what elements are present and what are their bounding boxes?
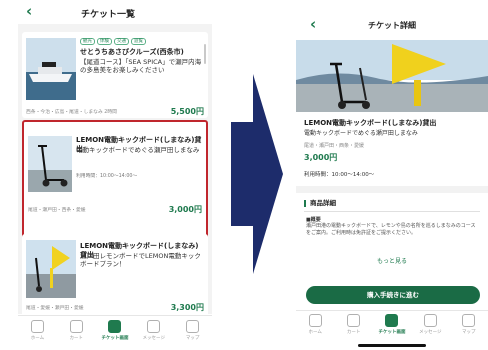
kickboard-yellow-art-image <box>26 240 76 298</box>
ticket-subtitle: 電動キックボードでめぐる瀬戸田しまなみ <box>304 130 418 137</box>
tab-label: メッセージ <box>419 330 442 335</box>
tab-cart[interactable]: カート <box>339 314 369 342</box>
detail-header: ‹ チケット詳細 <box>296 0 488 40</box>
tab-label: チケット画面 <box>378 330 406 335</box>
page-title: チケット一覧 <box>80 10 135 20</box>
ticket-meta: 西条・今治・広島・尾道・しまなみ 2時間 <box>26 110 117 115</box>
tab-label: マップ <box>462 330 476 335</box>
tab-label: カート <box>346 330 361 335</box>
ticket-description: 【尾道コース】「SEA SPICA」で瀬戸内海の多島美をお楽しみください <box>80 58 202 74</box>
tab-label: マップ <box>185 336 200 341</box>
scrollbar-thumb[interactable] <box>204 44 206 64</box>
tab-map[interactable]: マップ <box>176 320 210 350</box>
cruise-ship-image <box>26 38 76 100</box>
tab-label: ホーム <box>308 330 322 335</box>
tab-home[interactable]: ホーム <box>300 314 330 342</box>
map-icon <box>186 320 200 333</box>
tag: 遊覧 <box>131 38 146 45</box>
ticket-price: 3,000円 <box>168 205 202 214</box>
tab-tickets[interactable]: チケット画面 <box>377 314 407 342</box>
ticket-description: 電動キックボードでめぐる瀬戸田しまなみ <box>76 146 200 154</box>
home-icon <box>308 314 322 327</box>
comparison-figure: ‹ チケット一覧 観光 体験 交通 遊覧 せとうちあさびクルーズ(西条市) 【尾… <box>0 0 488 350</box>
section-title: 商品詳細 <box>304 200 336 207</box>
ticket-description: 瀬戸田レモンボードでLEMON電動キックボードプラン！ <box>80 252 201 268</box>
tab-label: メッセージ <box>142 336 165 341</box>
tab-label: ホーム <box>30 336 45 341</box>
show-more-link[interactable]: もっと見る <box>296 256 488 265</box>
ticket-card-kickboard-plan[interactable]: LEMON電動キックボード(しまなみ)貸出 瀬戸田レモンボードでLEMON電動キ… <box>22 234 208 314</box>
hero-image <box>296 40 488 112</box>
bottom-tab-bar: ホーム カート チケット画面 メッセージ マップ <box>296 310 488 342</box>
ticket-title: せとうちあさびクルーズ(西条市) <box>80 48 184 56</box>
ticket-icon <box>385 314 399 327</box>
ticket-hours: 利用時間：10:00〜14:00〜 <box>304 172 375 178</box>
tag: 観光 <box>80 38 95 45</box>
ticket-icon <box>108 320 122 333</box>
tag: 交通 <box>114 38 129 45</box>
ticket-list[interactable]: 観光 体験 交通 遊覧 せとうちあさびクルーズ(西条市) 【尾道コース】「SEA… <box>18 24 212 314</box>
tab-messages[interactable]: メッセージ <box>137 320 171 350</box>
product-description: 瀬戸田港の電動キックボードで、レモンや島の名所を巡るしまなみのコースをご案内。ご… <box>306 223 476 236</box>
purchase-button[interactable]: 購入手続きに進む <box>306 286 480 304</box>
tab-home[interactable]: ホーム <box>20 320 54 350</box>
tab-messages[interactable]: メッセージ <box>415 314 445 342</box>
section-divider <box>296 186 488 193</box>
bottom-tab-bar: ホーム カート チケット画面 メッセージ マップ <box>18 315 212 350</box>
ticket-detail-screen: ‹ チケット詳細 LEMON電動キックボード(しまなみ)貸出 電動キックボードで… <box>296 0 488 350</box>
kickboard-image <box>28 136 72 192</box>
ticket-price: 3,300円 <box>170 303 204 312</box>
tab-label: チケット画面 <box>101 336 129 341</box>
cart-icon <box>347 314 361 327</box>
page-title: チケット詳細 <box>368 21 416 30</box>
message-icon <box>147 320 161 333</box>
map-icon <box>462 314 476 327</box>
ticket-meta: 尾道・瀬戸田・西条・愛媛 <box>28 208 86 213</box>
tab-cart[interactable]: カート <box>59 320 93 350</box>
ticket-card-cruise[interactable]: 観光 体験 交通 遊覧 せとうちあさびクルーズ(西条市) 【尾道コース】「SEA… <box>22 32 208 118</box>
ticket-list-screen: ‹ チケット一覧 観光 体験 交通 遊覧 せとうちあさびクルーズ(西条市) 【尾… <box>0 0 216 350</box>
overview-label: ■概要 <box>306 217 321 223</box>
tab-map[interactable]: マップ <box>454 314 484 342</box>
ticket-meta: 尾道・瀬戸田・西条・愛媛 <box>304 143 365 149</box>
list-header: ‹ チケット一覧 <box>0 0 216 24</box>
ticket-price: 5,500円 <box>170 107 204 116</box>
tab-tickets[interactable]: チケット画面 <box>98 320 132 350</box>
message-icon <box>423 314 437 327</box>
ticket-hours: 利用時間：10:00〜14:00〜 <box>76 174 138 179</box>
tab-label: カート <box>69 336 83 341</box>
ticket-meta: 尾道・愛媛・瀬戸田・愛媛 <box>26 306 84 311</box>
ticket-title: LEMON電動キックボード(しまなみ)貸出 <box>304 119 437 127</box>
divider <box>304 211 480 212</box>
tag: 体験 <box>97 38 112 45</box>
cart-icon <box>69 320 83 333</box>
ticket-price: 3,000円 <box>304 153 338 162</box>
transition-arrow-icon <box>231 74 283 274</box>
home-indicator <box>358 344 426 347</box>
ticket-card-kickboard-highlighted[interactable]: LEMON電動キックボード(しまなみ)貸出 電動キックボードでめぐる瀬戸田しまな… <box>22 120 208 250</box>
home-icon <box>30 320 44 333</box>
